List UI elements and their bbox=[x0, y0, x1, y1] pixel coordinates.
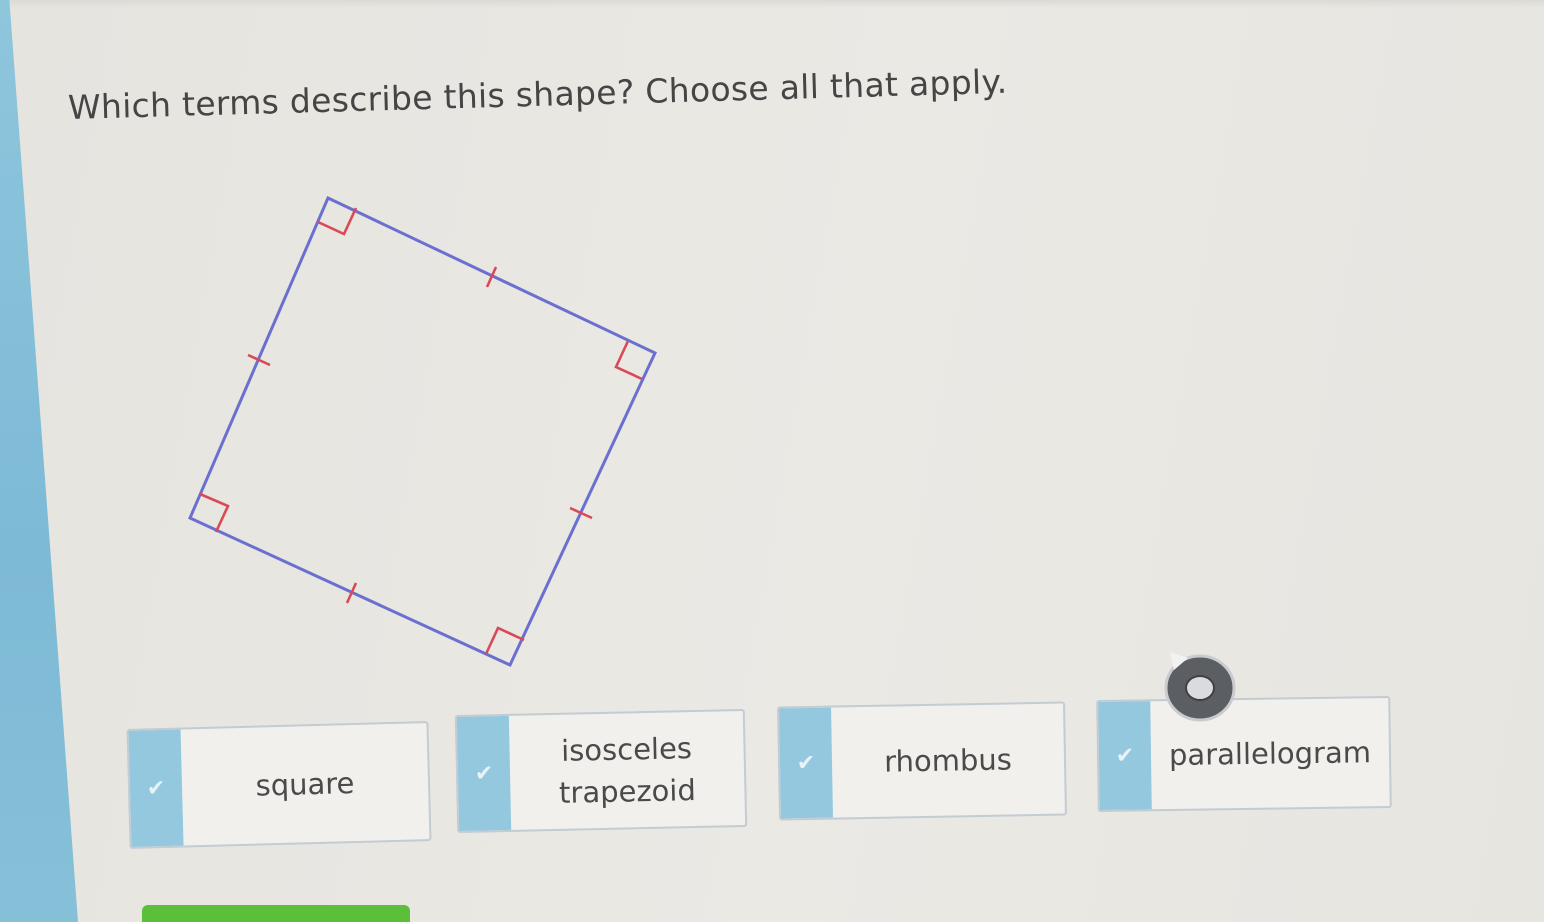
submit-button[interactable] bbox=[142, 905, 410, 922]
right-angle-mark-top bbox=[317, 207, 358, 236]
checkmark-icon: ✔ bbox=[128, 729, 184, 847]
square-shape-diagram bbox=[188, 195, 657, 667]
top-edge bbox=[0, 0, 1544, 8]
choice-label: rhombus bbox=[883, 742, 1013, 779]
choice-label: square bbox=[255, 766, 355, 803]
choice-label-line1: isosceles bbox=[560, 731, 693, 768]
square-outline bbox=[188, 195, 657, 667]
choice-isosceles-trapezoid[interactable]: ✔ isosceles trapezoid bbox=[454, 708, 748, 834]
right-angle-mark-right bbox=[614, 340, 643, 381]
choice-parallelogram[interactable]: ✔ parallelogram bbox=[1096, 695, 1392, 813]
checkmark-icon: ✔ bbox=[779, 707, 833, 819]
left-side-band bbox=[0, 0, 78, 922]
right-angle-mark-left bbox=[199, 492, 230, 533]
mouse-cursor-icon bbox=[1164, 652, 1236, 722]
checkmark-icon: ✔ bbox=[1098, 701, 1152, 811]
choice-label-line2: trapezoid bbox=[558, 773, 697, 810]
choice-label: isosceles trapezoid bbox=[509, 711, 745, 830]
page: Which terms describe this shape? Choose … bbox=[0, 0, 1544, 922]
question-text: Which terms describe this shape? Choose … bbox=[67, 61, 1008, 127]
choice-square[interactable]: ✔ square bbox=[126, 721, 432, 849]
choice-rhombus[interactable]: ✔ rhombus bbox=[777, 701, 1067, 821]
checkmark-icon: ✔ bbox=[456, 715, 512, 831]
